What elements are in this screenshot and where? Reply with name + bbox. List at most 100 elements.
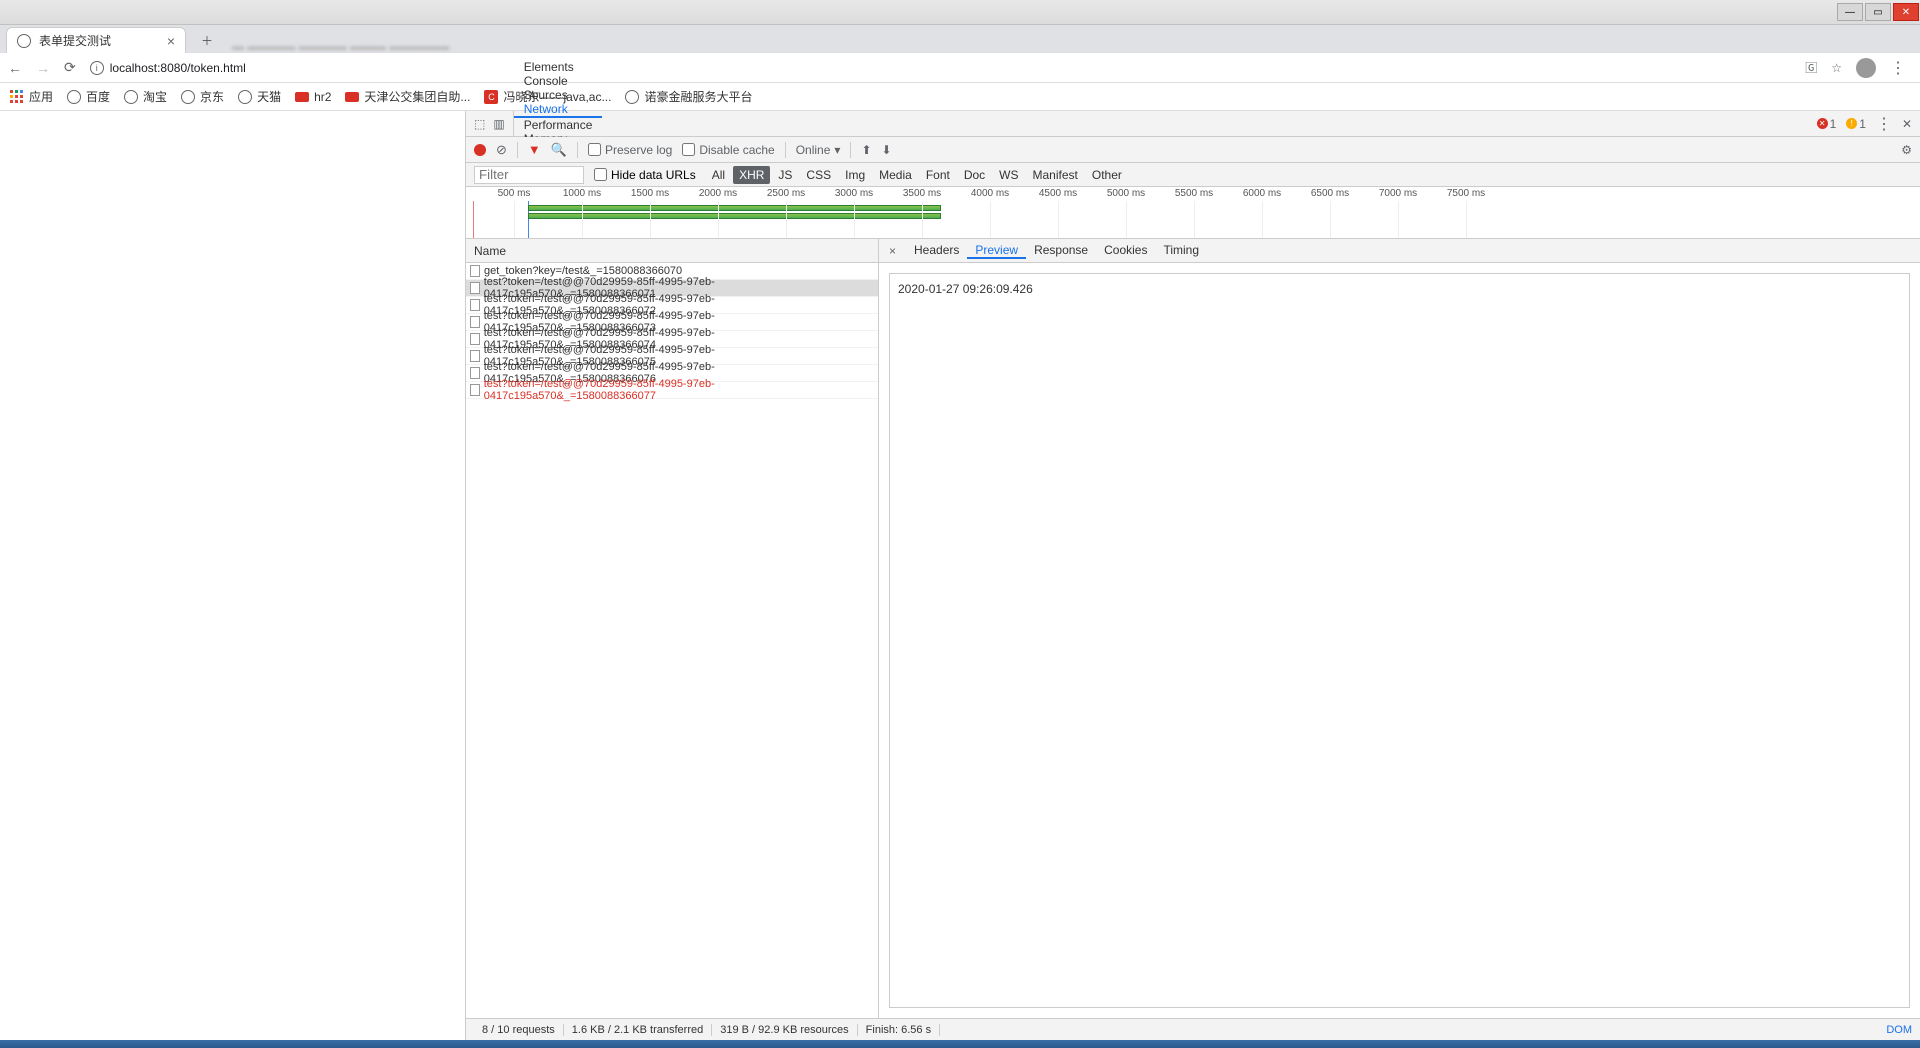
devtools-tab-sources[interactable]: Sources [514, 88, 603, 102]
profile-avatar-icon[interactable] [1856, 58, 1876, 78]
network-filter-bar: Hide data URLs AllXHRJSCSSImgMediaFontDo… [466, 163, 1920, 187]
devtools-tab-performance[interactable]: Performance [514, 118, 603, 132]
bookmark-jd[interactable]: 京东 [181, 88, 224, 105]
window-minimize-button[interactable]: — [1837, 3, 1863, 21]
chrome-menu-icon[interactable]: ⋮ [1890, 58, 1906, 78]
bookmark-baidu[interactable]: 百度 [67, 88, 110, 105]
bookmark-apps[interactable]: 应用 [10, 88, 53, 105]
window-maximize-button[interactable]: ▭ [1865, 3, 1891, 21]
detail-tab-headers[interactable]: Headers [906, 243, 967, 257]
back-button[interactable]: ← [8, 60, 22, 76]
request-name: test?token=/test@@70d29959-85ff-4995-97e… [484, 378, 874, 402]
bookmark-nuohao[interactable]: 诺豪金融服务大平台 [625, 88, 752, 105]
upload-har-icon[interactable]: ⬆ [861, 143, 871, 157]
status-transferred: 1.6 KB / 2.1 KB transferred [564, 1024, 712, 1036]
browser-tab-active[interactable]: 表单提交测试 × [6, 27, 186, 53]
response-preview: 2020-01-27 09:26:09.426 [889, 273, 1910, 1008]
bookmark-taobao[interactable]: 淘宝 [124, 88, 167, 105]
reload-button[interactable]: ⟳ [64, 59, 76, 76]
devtools-tabs: ⬚ ▥ ElementsConsoleSourcesNetworkPerform… [466, 111, 1920, 137]
filter-type-media[interactable]: Media [873, 166, 918, 184]
filter-type-css[interactable]: CSS [800, 166, 837, 184]
timeline-tick-label: 1500 ms [631, 188, 669, 199]
filter-type-font[interactable]: Font [920, 166, 956, 184]
devtools-tab-elements[interactable]: Elements [514, 60, 603, 74]
file-icon [470, 282, 480, 294]
fxd-icon: C [484, 90, 498, 104]
background-tabs-blurred: ▬ ▬▬▬▬ ▬▬▬▬ ▬▬▬ ▬▬▬▬▬ [232, 39, 449, 53]
network-timeline[interactable]: 500 ms1000 ms1500 ms2000 ms2500 ms3000 m… [466, 187, 1920, 239]
translate-icon[interactable]: 🄶 [1805, 59, 1817, 76]
status-dom-link[interactable]: DOM [1878, 1024, 1912, 1036]
devtools-tab-console[interactable]: Console [514, 74, 603, 88]
filter-type-all[interactable]: All [706, 166, 731, 184]
filter-toggle-icon[interactable]: ▼ [528, 142, 541, 157]
devtools-close-icon[interactable]: ✕ [1902, 117, 1912, 131]
inspect-element-icon[interactable]: ⬚ [474, 117, 485, 131]
hide-data-urls-checkbox[interactable]: Hide data URLs [594, 168, 696, 182]
tab-close-icon[interactable]: × [167, 33, 175, 49]
devtools-menu-icon[interactable]: ⋮ [1876, 114, 1892, 134]
status-requests: 8 / 10 requests [474, 1024, 564, 1036]
detail-tab-cookies[interactable]: Cookies [1096, 243, 1155, 257]
devtools-panel: ⬚ ▥ ElementsConsoleSourcesNetworkPerform… [465, 111, 1920, 1040]
error-count-badge[interactable]: ✕1 [1817, 117, 1837, 131]
disable-cache-checkbox[interactable]: Disable cache [682, 143, 774, 157]
timeline-tick-label: 3000 ms [835, 188, 873, 199]
network-settings-icon[interactable]: ⚙ [1901, 143, 1912, 157]
warning-count-badge[interactable]: !1 [1846, 117, 1866, 131]
filter-type-manifest[interactable]: Manifest [1027, 166, 1084, 184]
status-finish: Finish: 6.56 s [858, 1024, 940, 1036]
windows-taskbar[interactable] [0, 1040, 1920, 1048]
site-info-icon[interactable]: i [90, 61, 104, 75]
timeline-tick-label: 3500 ms [903, 188, 941, 199]
bookmark-tmall[interactable]: 天猫 [238, 88, 281, 105]
filter-type-js[interactable]: JS [772, 166, 798, 184]
filter-type-other[interactable]: Other [1086, 166, 1128, 184]
forward-button[interactable]: → [36, 60, 50, 76]
devtools-tab-network[interactable]: Network [514, 102, 603, 118]
filter-input[interactable] [474, 166, 584, 184]
clear-button[interactable]: ⊘ [496, 142, 507, 158]
bookmarks-bar: 应用 百度 淘宝 京东 天猫 hr2 天津公交集团自助... C冯晓东——jav… [0, 83, 1920, 111]
device-toolbar-icon[interactable]: ▥ [493, 117, 504, 131]
filter-type-img[interactable]: Img [839, 166, 871, 184]
timeline-tick-label: 2500 ms [767, 188, 805, 199]
globe-icon [124, 90, 138, 104]
network-request-row[interactable]: test?token=/test@@70d29959-85ff-4995-97e… [466, 382, 878, 399]
bookmark-star-icon[interactable]: ☆ [1831, 61, 1842, 75]
file-icon [470, 350, 480, 362]
url-text: localhost:8080/token.html [110, 61, 246, 75]
download-har-icon[interactable]: ⬇ [882, 143, 892, 157]
detail-close-icon[interactable]: × [883, 244, 902, 258]
detail-tab-timing[interactable]: Timing [1155, 243, 1207, 257]
timeline-tick-label: 7000 ms [1379, 188, 1417, 199]
detail-tab-preview[interactable]: Preview [967, 243, 1026, 259]
hr2-icon [345, 92, 359, 102]
browser-tabstrip: 表单提交测试 × ＋ ▬ ▬▬▬▬ ▬▬▬▬ ▬▬▬ ▬▬▬▬▬ [0, 25, 1920, 53]
timeline-tick-label: 6500 ms [1311, 188, 1349, 199]
detail-tab-response[interactable]: Response [1026, 243, 1096, 257]
filter-type-ws[interactable]: WS [993, 166, 1024, 184]
globe-icon [67, 90, 81, 104]
chevron-down-icon: ▾ [834, 143, 840, 157]
new-tab-button[interactable]: ＋ [194, 27, 220, 53]
page-content-area [0, 111, 465, 1040]
url-display[interactable]: i localhost:8080/token.html [90, 61, 1791, 75]
bookmark-tjbus[interactable]: 天津公交集团自助... [345, 88, 470, 105]
preserve-log-checkbox[interactable]: Preserve log [588, 143, 672, 157]
tab-title: 表单提交测试 [39, 32, 111, 49]
filter-type-doc[interactable]: Doc [958, 166, 991, 184]
bookmark-hr2[interactable]: hr2 [295, 90, 331, 104]
timeline-dom-marker [473, 201, 474, 238]
file-icon [470, 299, 480, 311]
timeline-tick-label: 5000 ms [1107, 188, 1145, 199]
globe-icon [17, 34, 31, 48]
throttling-dropdown[interactable]: Online▾ [796, 143, 841, 157]
request-list-header[interactable]: Name [466, 239, 878, 263]
search-icon[interactable]: 🔍 [551, 142, 567, 158]
record-button[interactable] [474, 144, 486, 156]
globe-icon [181, 90, 195, 104]
window-close-button[interactable]: ✕ [1893, 3, 1919, 21]
filter-type-xhr[interactable]: XHR [733, 166, 770, 184]
